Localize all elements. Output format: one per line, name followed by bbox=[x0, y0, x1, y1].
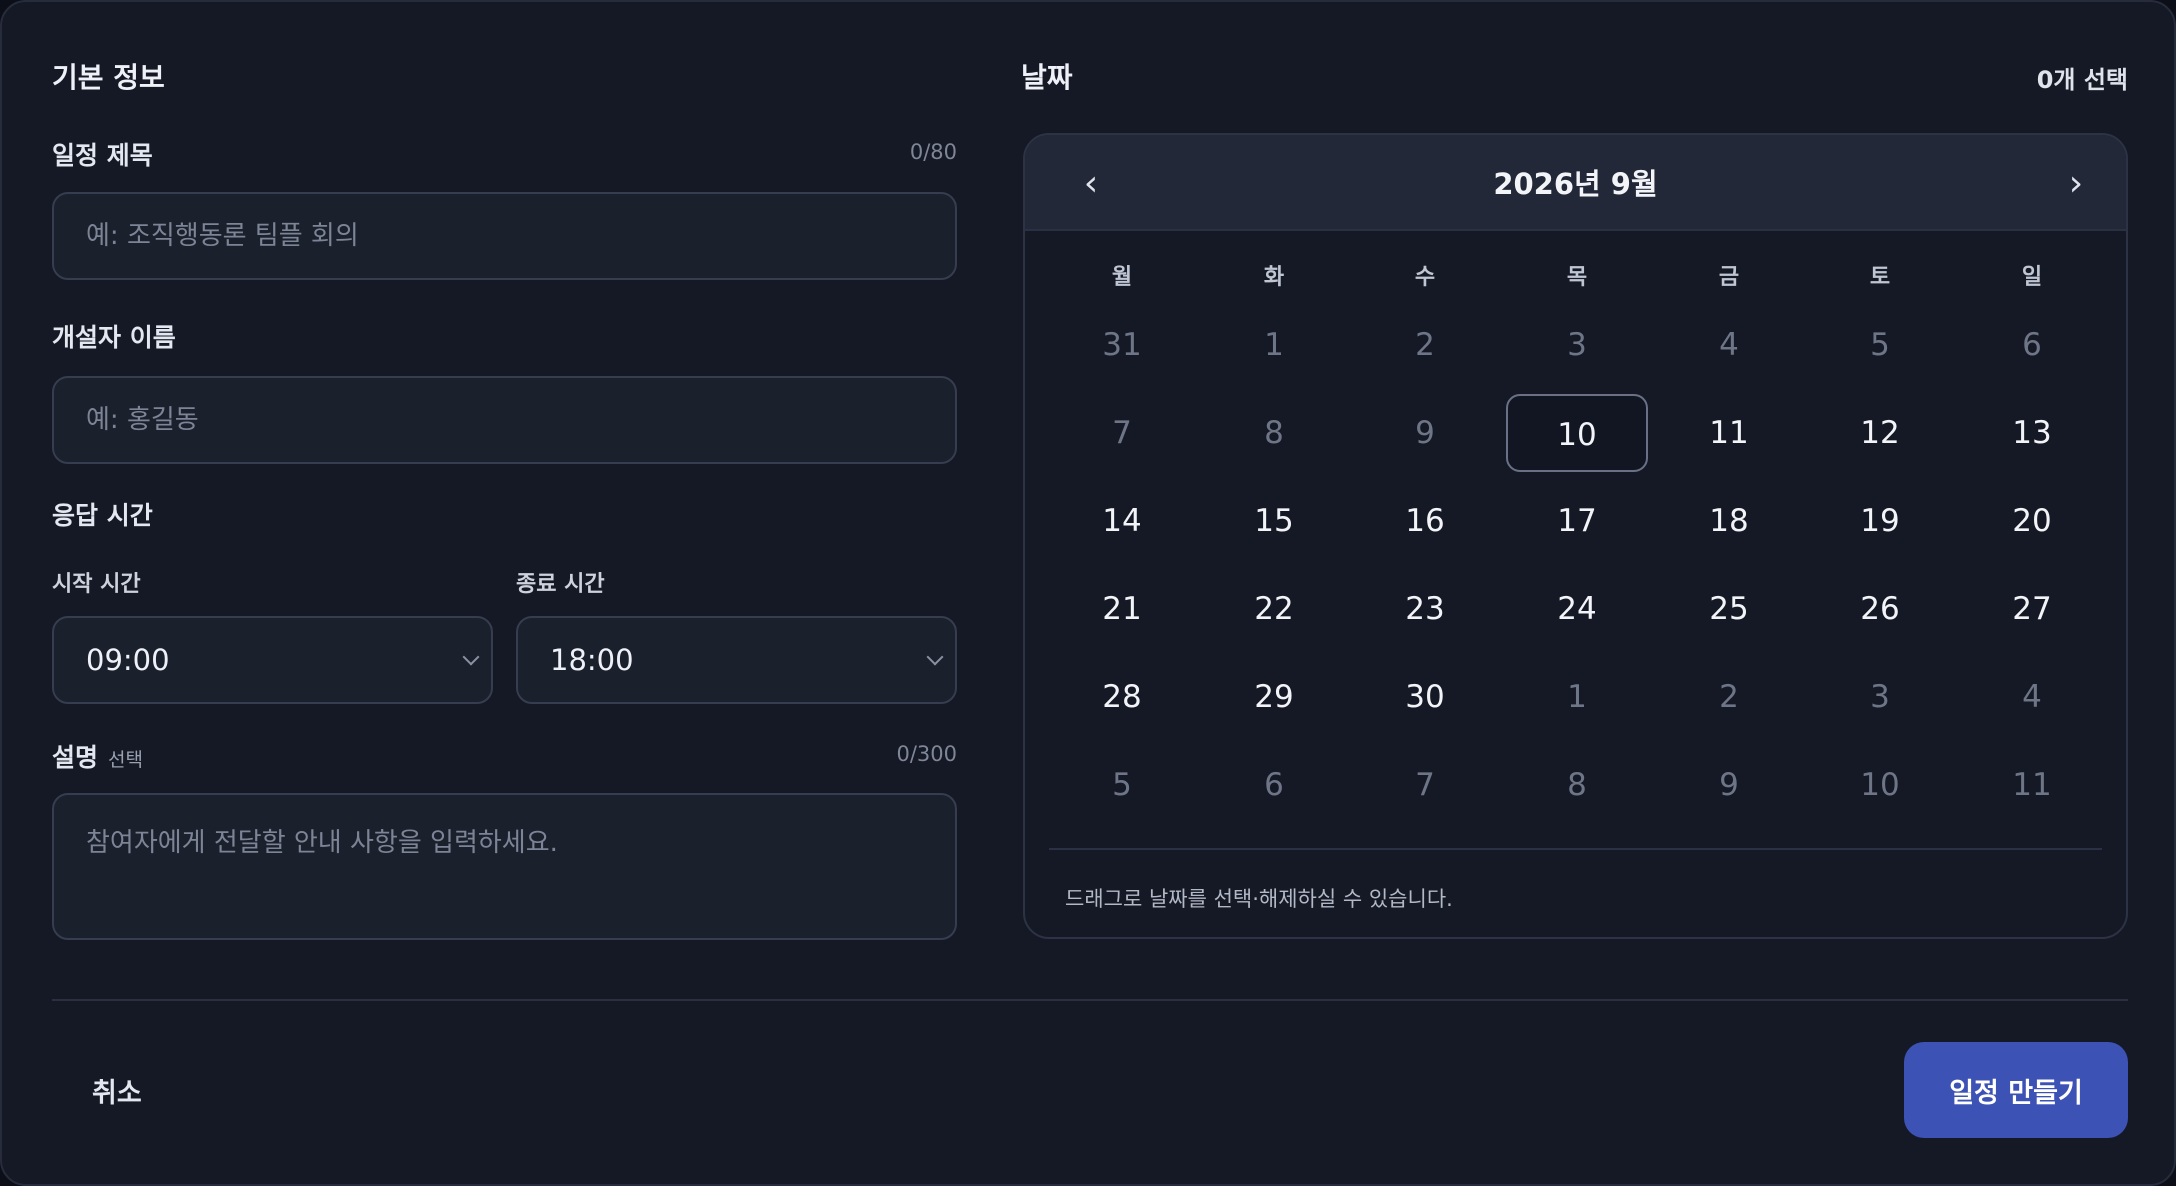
host-name-input[interactable] bbox=[52, 376, 957, 464]
calendar-day[interactable]: 14 bbox=[1052, 482, 1192, 560]
title-char-counter: 0/80 bbox=[909, 140, 957, 164]
calendar-day[interactable]: 27 bbox=[1962, 570, 2102, 648]
calendar-day[interactable]: 31 bbox=[1052, 306, 1192, 384]
start-time-value: 09:00 bbox=[86, 643, 170, 677]
calendar-day[interactable]: 12 bbox=[1810, 394, 1950, 472]
calendar-day[interactable]: 20 bbox=[1962, 482, 2102, 560]
response-time-label: 응답 시간 bbox=[52, 501, 153, 530]
calendar-day[interactable]: 15 bbox=[1204, 482, 1344, 560]
start-time-label: 시작 시간 bbox=[52, 572, 141, 597]
calendar-header: ‹ 2026년 9월 › bbox=[1025, 135, 2126, 231]
calendar-day[interactable]: 2 bbox=[1659, 658, 1799, 736]
end-time-value: 18:00 bbox=[550, 643, 634, 677]
weekday-label: 일 bbox=[2021, 265, 2043, 290]
calendar-day[interactable]: 11 bbox=[1962, 746, 2102, 824]
footer-divider bbox=[52, 999, 2128, 1001]
calendar-hint: 드래그로 날짜를 선택·해제하실 수 있습니다. bbox=[1065, 887, 1453, 911]
calendar-day[interactable]: 1 bbox=[1204, 306, 1344, 384]
weekday-label: 토 bbox=[1869, 265, 1891, 290]
description-textarea[interactable] bbox=[52, 793, 957, 940]
calendar-day[interactable]: 29 bbox=[1204, 658, 1344, 736]
chevron-down-icon bbox=[926, 648, 944, 666]
calendar-day[interactable]: 17 bbox=[1507, 482, 1647, 560]
calendar-day[interactable]: 10 bbox=[1810, 746, 1950, 824]
calendar-day[interactable]: 3 bbox=[1507, 306, 1647, 384]
calendar-day[interactable]: 7 bbox=[1355, 746, 1495, 824]
calendar-day[interactable]: 7 bbox=[1052, 394, 1192, 472]
calendar: ‹ 2026년 9월 › 월 화 수 목 금 토 일 31 1 2 3 4 5 6 7 8 9 10 11 12 13 1… bbox=[1023, 133, 2128, 939]
start-time-select[interactable]: 09:00 bbox=[52, 616, 493, 704]
calendar-day[interactable]: 4 bbox=[1659, 306, 1799, 384]
title-field-label: 일정 제목 bbox=[52, 141, 153, 170]
calendar-day[interactable]: 22 bbox=[1204, 570, 1344, 648]
calendar-day[interactable]: 25 bbox=[1659, 570, 1799, 648]
calendar-day[interactable]: 26 bbox=[1810, 570, 1950, 648]
calendar-day[interactable]: 4 bbox=[1962, 658, 2102, 736]
calendar-day[interactable]: 5 bbox=[1052, 746, 1192, 824]
calendar-day[interactable]: 30 bbox=[1355, 658, 1495, 736]
weekday-label: 목 bbox=[1566, 265, 1588, 290]
description-char-counter: 0/300 bbox=[896, 742, 957, 766]
weekday-label: 수 bbox=[1414, 265, 1436, 290]
calendar-day[interactable]: 13 bbox=[1962, 394, 2102, 472]
calendar-day[interactable]: 9 bbox=[1659, 746, 1799, 824]
title-input[interactable] bbox=[52, 192, 957, 280]
weekday-label: 월 bbox=[1111, 265, 1133, 290]
calendar-day[interactable]: 16 bbox=[1355, 482, 1495, 560]
schedule-create-panel: 기본 정보 일정 제목 0/80 개설자 이름 응답 시간 시작 시간 09:0… bbox=[0, 0, 2176, 1186]
calendar-day[interactable]: 5 bbox=[1810, 306, 1950, 384]
calendar-day[interactable]: 3 bbox=[1810, 658, 1950, 736]
calendar-day[interactable]: 18 bbox=[1659, 482, 1799, 560]
weekday-label: 금 bbox=[1718, 265, 1740, 290]
calendar-day[interactable]: 11 bbox=[1659, 394, 1799, 472]
chevron-down-icon bbox=[462, 648, 480, 666]
calendar-day[interactable]: 8 bbox=[1204, 394, 1344, 472]
end-time-select[interactable]: 18:00 bbox=[516, 616, 957, 704]
calendar-day[interactable]: 24 bbox=[1507, 570, 1647, 648]
calendar-month-title: 2026년 9월 bbox=[1493, 167, 1658, 201]
description-label-text: 설명 bbox=[52, 743, 99, 772]
weekday-label: 화 bbox=[1263, 265, 1285, 290]
calendar-day-today[interactable]: 10 bbox=[1506, 394, 1648, 472]
calendar-day[interactable]: 23 bbox=[1355, 570, 1495, 648]
optional-tag: 선택 bbox=[108, 749, 143, 771]
calendar-day[interactable]: 2 bbox=[1355, 306, 1495, 384]
dates-title: 날짜 bbox=[1021, 61, 1073, 94]
description-label: 설명 선택 bbox=[52, 738, 143, 774]
calendar-day[interactable]: 21 bbox=[1052, 570, 1192, 648]
calendar-day[interactable]: 6 bbox=[1962, 306, 2102, 384]
selected-count: 0개 선택 bbox=[2036, 66, 2128, 94]
calendar-day[interactable]: 28 bbox=[1052, 658, 1192, 736]
cancel-button[interactable]: 취소 bbox=[64, 1062, 170, 1118]
next-month-button[interactable]: › bbox=[2048, 155, 2104, 211]
calendar-day[interactable]: 6 bbox=[1204, 746, 1344, 824]
calendar-day[interactable]: 19 bbox=[1810, 482, 1950, 560]
calendar-divider bbox=[1049, 848, 2102, 850]
chevron-right-icon: › bbox=[2068, 162, 2084, 204]
host-field-label: 개설자 이름 bbox=[52, 323, 176, 352]
basic-info-title: 기본 정보 bbox=[52, 61, 165, 94]
calendar-day[interactable]: 8 bbox=[1507, 746, 1647, 824]
calendar-day[interactable]: 9 bbox=[1355, 394, 1495, 472]
end-time-label: 종료 시간 bbox=[516, 572, 605, 597]
create-schedule-button[interactable]: 일정 만들기 bbox=[1904, 1042, 2128, 1138]
calendar-day[interactable]: 1 bbox=[1507, 658, 1647, 736]
